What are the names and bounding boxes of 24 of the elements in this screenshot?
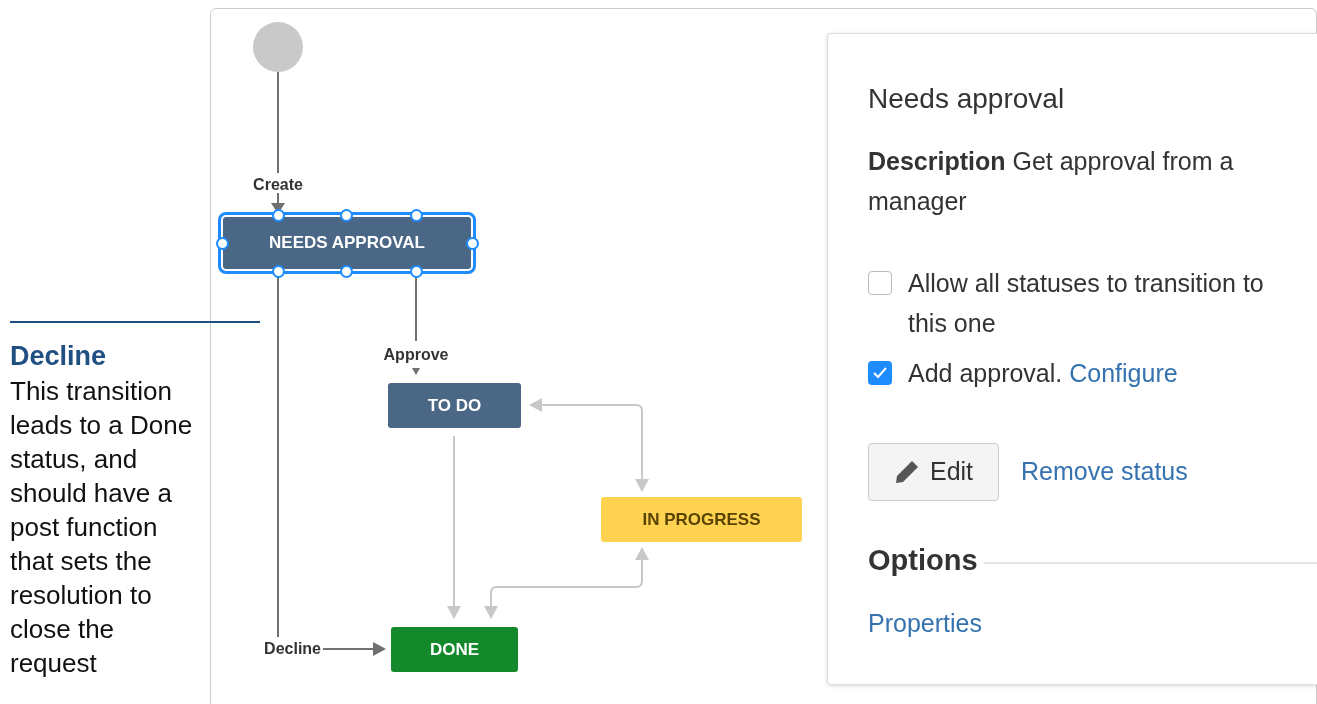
panel-title: Needs approval — [868, 82, 1066, 116]
annotation-text: This transition leads to a Done status, and should have a post function that sets the resolution to close the request — [10, 375, 194, 680]
pencil-icon — [893, 459, 920, 485]
status-node[interactable]: TO DO — [388, 383, 521, 428]
edit-button[interactable]: Edit — [868, 443, 999, 501]
checkbox[interactable] — [868, 271, 892, 295]
option-label: Allow all statuses to transition to this one — [908, 268, 1265, 339]
remove-status-link[interactable]: Remove status — [1021, 453, 1188, 491]
status-node[interactable]: DONE — [391, 627, 518, 672]
status-description: Description Get approval from a manager — [868, 146, 1235, 217]
transition-label: Decline — [263, 639, 321, 659]
arrowhead-icon — [412, 368, 420, 375]
checkmark-icon — [873, 367, 887, 379]
configure-link[interactable]: Configure — [1069, 359, 1178, 387]
checkbox[interactable] — [868, 361, 892, 385]
transition-label: Create — [252, 175, 304, 195]
start-node[interactable] — [253, 22, 303, 72]
transition-arrow — [322, 642, 386, 656]
option-label: Add approval. Configure — [908, 358, 1179, 389]
section-heading: Options — [868, 543, 978, 578]
transition-label: Approve — [382, 345, 450, 365]
annotation-title: Decline — [10, 340, 108, 373]
properties-link[interactable]: Properties — [868, 604, 1317, 642]
status-node[interactable]: IN PROGRESS — [601, 497, 802, 542]
